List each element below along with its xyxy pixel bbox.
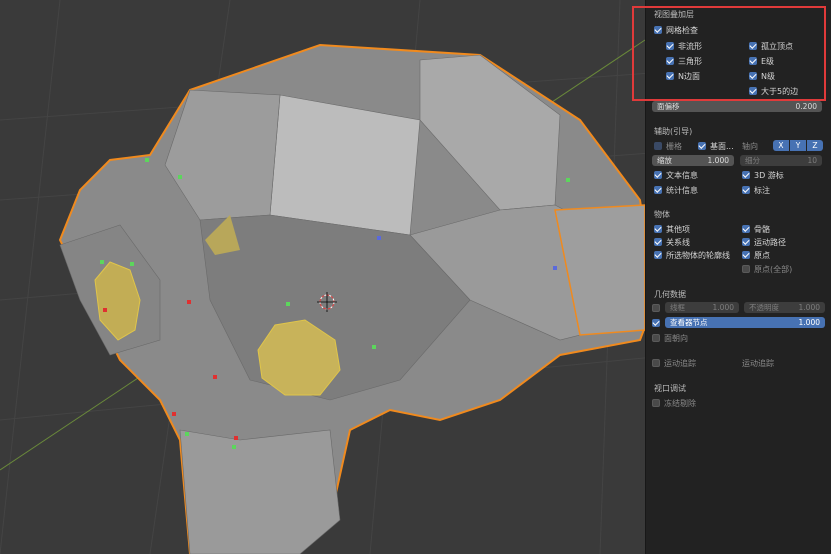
face-orientation-checkbox[interactable]: [652, 334, 660, 342]
motion-paths-label: 运动路径: [754, 237, 786, 247]
3d-cursor-label: 3D 游标: [754, 170, 784, 180]
freeze-culling-label: 冻结剔除: [664, 398, 696, 408]
geometry-title: 几何数据: [654, 290, 686, 299]
text-info-checkbox[interactable]: [654, 171, 662, 179]
motion-tracking-sub-label: 运动追踪: [742, 358, 774, 368]
origins-toggle[interactable]: 原点: [742, 249, 770, 261]
subdivisions-field[interactable]: 细分 10: [740, 155, 822, 166]
axes-label: 轴向: [742, 140, 758, 152]
opacity-value: 1.000: [798, 303, 820, 312]
scale-value: 1.000: [707, 156, 729, 165]
motion-paths-checkbox[interactable]: [742, 238, 750, 246]
motion-tracking-toggle[interactable]: 运动追踪: [652, 357, 696, 369]
freeze-culling-checkbox[interactable]: [652, 399, 660, 407]
wireframe-field[interactable]: 线框 1.000: [665, 302, 739, 313]
origins-checkbox[interactable]: [742, 251, 750, 259]
annotations-label: 标注: [754, 185, 770, 195]
bones-checkbox[interactable]: [742, 225, 750, 233]
viewer-node-checkbox[interactable]: [652, 319, 660, 327]
face-offset-label: 面偏移: [657, 102, 680, 111]
origins-all-toggle[interactable]: 原点(全部): [742, 263, 792, 275]
viewer-node-value: 1.000: [798, 318, 820, 327]
outline-label: 所选物体的轮廓线: [666, 250, 730, 260]
face-offset-value: 0.200: [795, 102, 817, 111]
annotations-toggle[interactable]: 标注: [742, 184, 770, 196]
guides-title: 辅助(引导): [654, 127, 693, 136]
relations-label: 关系线: [666, 237, 690, 247]
face-orientation-label: 面朝向: [664, 333, 688, 343]
text-info-label: 文本信息: [666, 170, 698, 180]
axis-x-button[interactable]: X: [773, 140, 789, 151]
bones-label: 骨骼: [754, 224, 770, 234]
viewer-node-field[interactable]: 查看器节点 1.000: [665, 317, 825, 328]
face-orientation-toggle[interactable]: 面朝向: [652, 332, 688, 344]
freeze-culling-toggle[interactable]: 冻结剔除: [652, 397, 696, 409]
text-info-toggle[interactable]: 文本信息: [654, 169, 698, 181]
outline-toggle[interactable]: 所选物体的轮廓线: [654, 249, 730, 261]
subdivisions-value: 10: [807, 156, 817, 165]
subdivisions-label: 细分: [745, 156, 760, 165]
wireframe-value: 1.000: [712, 303, 734, 312]
motion-tracking-checkbox[interactable]: [652, 359, 660, 367]
grid-label: 栅格: [666, 141, 682, 151]
face-offset-field[interactable]: 面偏移 0.200: [652, 101, 822, 112]
extras-toggle[interactable]: 其他项: [654, 223, 690, 235]
objects-title: 物体: [654, 210, 670, 219]
3d-cursor-toggle[interactable]: 3D 游标: [742, 169, 784, 181]
floor-checkbox[interactable]: [698, 142, 706, 150]
wireframe-checkbox[interactable]: [652, 304, 660, 312]
grid-checkbox[interactable]: [654, 142, 662, 150]
motion-tracking-sub: 运动追踪: [742, 357, 774, 369]
floor-toggle[interactable]: 基面...: [698, 140, 734, 152]
wireframe-label: 线框: [670, 303, 685, 312]
motion-paths-toggle[interactable]: 运动路径: [742, 236, 786, 248]
floor-label: 基面...: [710, 141, 734, 151]
annotations-checkbox[interactable]: [742, 186, 750, 194]
opacity-field[interactable]: 不透明度 1.000: [744, 302, 825, 313]
statistics-label: 统计信息: [666, 185, 698, 195]
relations-toggle[interactable]: 关系线: [654, 236, 690, 248]
motion-tracking-label: 运动追踪: [664, 358, 696, 368]
scale-field[interactable]: 缩放 1.000: [652, 155, 734, 166]
bones-toggle[interactable]: 骨骼: [742, 223, 770, 235]
origins-all-label: 原点(全部): [754, 264, 793, 274]
wireframe-toggle[interactable]: [652, 302, 664, 314]
mesh-check-highlight-box: [632, 6, 826, 101]
grid-toggle[interactable]: 栅格: [654, 140, 682, 152]
origins-all-checkbox[interactable]: [742, 265, 750, 273]
origins-label: 原点: [754, 250, 770, 260]
3d-cursor-checkbox[interactable]: [742, 171, 750, 179]
axes-label-text: 轴向: [742, 141, 758, 151]
statistics-toggle[interactable]: 统计信息: [654, 184, 698, 196]
scale-label: 缩放: [657, 156, 672, 165]
extras-checkbox[interactable]: [654, 225, 662, 233]
blender-window: 视图叠加层 网格检查 非流形 孤立顶点 三角形 E级 N边面 N级 大于5的边 …: [0, 0, 831, 554]
relations-checkbox[interactable]: [654, 238, 662, 246]
opacity-label: 不透明度: [749, 303, 779, 312]
statistics-checkbox[interactable]: [654, 186, 662, 194]
axis-z-button[interactable]: Z: [807, 140, 823, 151]
outline-checkbox[interactable]: [654, 251, 662, 259]
viewport-debug-title: 视口调试: [654, 384, 686, 393]
axis-y-button[interactable]: Y: [790, 140, 806, 151]
viewer-node-toggle[interactable]: [652, 317, 664, 329]
viewer-node-label: 查看器节点: [670, 318, 708, 327]
extras-label: 其他项: [666, 224, 690, 234]
